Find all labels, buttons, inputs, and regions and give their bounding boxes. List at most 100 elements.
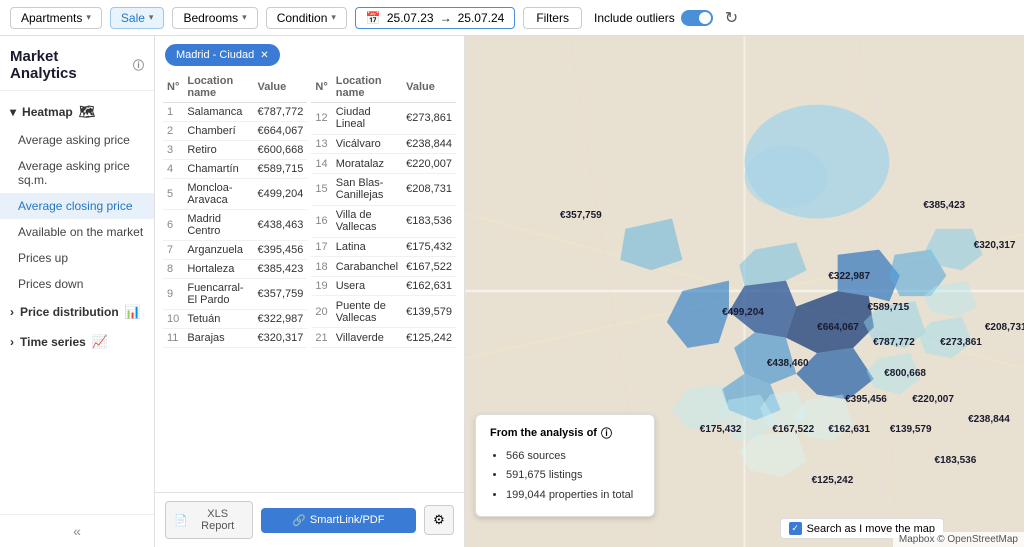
col-location-left: Location name xyxy=(183,72,253,103)
section-time-series[interactable]: › Time series 📈 xyxy=(0,327,154,357)
row-location: San Blas-Canillejas xyxy=(332,174,402,206)
tab-close-icon[interactable]: ✕ xyxy=(260,50,268,61)
row-value: €320,317 xyxy=(254,329,308,348)
row-num: 10 xyxy=(163,310,183,329)
row-num: 13 xyxy=(311,134,331,154)
section-price-dist[interactable]: › Price distribution 📊 xyxy=(0,297,154,327)
main-layout: Market Analytics ⓘ ▾ Heatmap 🗺 Average a… xyxy=(0,36,1024,547)
row-location: Tetuán xyxy=(183,310,253,329)
row-location: Vicálvaro xyxy=(332,134,402,154)
search-move-checkbox[interactable] xyxy=(789,522,802,535)
condition-chevron: ▾ xyxy=(331,12,336,23)
row-location: Villa de Vallecas xyxy=(332,205,402,237)
row-num: 9 xyxy=(163,279,183,310)
table-row: 8Hortaleza€385,423 xyxy=(163,260,307,279)
bedrooms-label: Bedrooms xyxy=(183,11,238,25)
row-value: €125,242 xyxy=(402,328,456,348)
smartlink-pdf-button[interactable]: 🔗 SmartLink/PDF xyxy=(261,508,416,533)
condition-dropdown[interactable]: Condition ▾ xyxy=(266,7,347,29)
row-value: €589,715 xyxy=(254,160,308,179)
bedrooms-chevron: ▾ xyxy=(242,12,247,23)
xls-report-button[interactable]: 📄 XLS Report xyxy=(165,501,253,539)
info-icon[interactable]: ⓘ xyxy=(133,57,144,73)
row-location: Hortaleza xyxy=(183,260,253,279)
row-num: 20 xyxy=(311,296,331,328)
row-num: 16 xyxy=(311,205,331,237)
outliers-group: Include outliers xyxy=(594,10,713,26)
row-value: €175,432 xyxy=(402,237,456,257)
row-location: Arganzuela xyxy=(183,241,253,260)
analysis-info-icon[interactable]: ⓘ xyxy=(601,425,612,441)
price-dist-chevron: › xyxy=(10,305,14,319)
row-value: €139,579 xyxy=(402,296,456,328)
sidebar-item-prices-up[interactable]: Prices up xyxy=(0,245,154,271)
col-location-right: Location name xyxy=(332,72,402,103)
table-row: 2Chamberí€664,067 xyxy=(163,122,307,141)
analysis-stats-list: 566 sources591,675 listings199,044 prope… xyxy=(490,447,640,506)
table-row: 17Latina€175,432 xyxy=(311,237,456,257)
sidebar-item-prices-down[interactable]: Prices down xyxy=(0,271,154,297)
table-row: 20Puente de Vallecas€139,579 xyxy=(311,296,456,328)
data-table-container: N° Location name Value 1Salamanca€787,77… xyxy=(155,66,464,492)
tab-label: Madrid - Ciudad xyxy=(176,49,254,61)
spreadsheet-icon: 📄 xyxy=(174,514,188,527)
row-num: 7 xyxy=(163,241,183,260)
row-num: 6 xyxy=(163,210,183,241)
sidebar: Market Analytics ⓘ ▾ Heatmap 🗺 Average a… xyxy=(0,36,155,547)
table-row: 7Arganzuela€395,456 xyxy=(163,241,307,260)
bottom-bar: 📄 XLS Report 🔗 SmartLink/PDF ⚙ xyxy=(155,492,464,547)
row-location: Latina xyxy=(332,237,402,257)
refresh-icon: ↻ xyxy=(725,10,738,27)
condition-label: Condition xyxy=(277,11,328,25)
row-value: €600,668 xyxy=(254,141,308,160)
sidebar-header: Market Analytics ⓘ xyxy=(0,36,154,91)
row-num: 19 xyxy=(311,276,331,296)
apartments-dropdown[interactable]: Apartments ▾ xyxy=(10,7,102,29)
row-num: 11 xyxy=(163,329,183,348)
row-num: 12 xyxy=(311,103,331,135)
outliers-label: Include outliers xyxy=(594,11,675,25)
gear-icon: ⚙ xyxy=(433,512,445,528)
row-num: 3 xyxy=(163,141,183,160)
col-num-left: N° xyxy=(163,72,183,103)
row-location: Moncloa-Aravaca xyxy=(183,179,253,210)
apartments-chevron: ▾ xyxy=(86,12,91,23)
table-left: N° Location name Value 1Salamanca€787,77… xyxy=(163,72,307,348)
row-location: Ciudad Lineal xyxy=(332,103,402,135)
section-heatmap[interactable]: ▾ Heatmap 🗺 xyxy=(0,97,154,127)
toolbar: Apartments ▾ Sale ▾ Bedrooms ▾ Condition… xyxy=(0,0,1024,36)
table-row: 12Ciudad Lineal€273,861 xyxy=(311,103,456,135)
heatmap-chevron: ▾ xyxy=(10,105,16,119)
settings-button[interactable]: ⚙ xyxy=(424,505,454,535)
sidebar-item-available[interactable]: Available on the market xyxy=(0,219,154,245)
table-row: 18Carabanchel€167,522 xyxy=(311,257,456,277)
bedrooms-dropdown[interactable]: Bedrooms ▾ xyxy=(172,7,257,29)
table-row: 14Moratalaz€220,007 xyxy=(311,154,456,174)
sidebar-collapse-button[interactable]: « xyxy=(0,514,154,547)
refresh-button[interactable]: ↻ xyxy=(721,6,742,30)
row-value: €238,844 xyxy=(402,134,456,154)
time-series-label: Time series xyxy=(20,335,86,349)
filters-button[interactable]: Filters xyxy=(523,7,582,29)
table-row: 1Salamanca€787,772 xyxy=(163,103,307,122)
outliers-toggle[interactable] xyxy=(681,10,713,26)
row-location: Chamartín xyxy=(183,160,253,179)
row-location: Barajas xyxy=(183,329,253,348)
row-num: 2 xyxy=(163,122,183,141)
sale-dropdown[interactable]: Sale ▾ xyxy=(110,7,165,29)
smart-label: SmartLink/PDF xyxy=(310,514,385,526)
sidebar-item-avg-asking-sqm[interactable]: Average asking price sq.m. xyxy=(0,153,154,193)
row-value: €787,772 xyxy=(254,103,308,122)
tab-bar: Madrid - Ciudad ✕ xyxy=(155,36,464,66)
date-range-picker[interactable]: 📅 25.07.23 → 25.07.24 xyxy=(355,7,515,29)
row-num: 18 xyxy=(311,257,331,277)
sidebar-item-avg-closing[interactable]: Average closing price xyxy=(0,193,154,219)
table-row: 5Moncloa-Aravaca€499,204 xyxy=(163,179,307,210)
heatmap-icon: 🗺 xyxy=(79,104,96,120)
tab-madrid-ciudad[interactable]: Madrid - Ciudad ✕ xyxy=(165,44,280,66)
row-location: Madrid Centro xyxy=(183,210,253,241)
map-panel[interactable]: €357,759€385,423€320,317€322,987€589,715… xyxy=(465,36,1024,547)
row-value: €167,522 xyxy=(402,257,456,277)
sidebar-item-avg-asking[interactable]: Average asking price xyxy=(0,127,154,153)
table-row: 3Retiro€600,668 xyxy=(163,141,307,160)
